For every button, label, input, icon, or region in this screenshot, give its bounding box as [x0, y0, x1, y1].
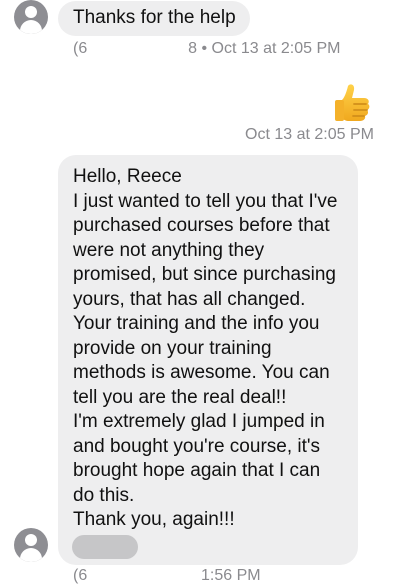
- sender-avatar-bottom[interactable]: [14, 528, 48, 562]
- message-text-lines: Hello, Reece I just wanted to tell you t…: [73, 165, 346, 533]
- person-head-icon: [25, 534, 37, 546]
- message-bubble-thanks[interactable]: Thanks for the help: [58, 1, 250, 36]
- phone-number-prefix-bottom: (6: [73, 567, 88, 584]
- sender-avatar[interactable]: [14, 0, 48, 34]
- message-line: yours, that has all changed.: [73, 288, 306, 310]
- message-line: Hello, Reece: [73, 166, 182, 187]
- message-timestamp: 8 • Oct 13 at 2:05 PM: [188, 40, 341, 57]
- message-line: provide on your training: [73, 337, 272, 359]
- reaction-time: Oct 13 at 2:05 PM: [245, 126, 374, 143]
- message-line: and bought you're course, it's: [73, 435, 321, 457]
- phone-number-prefix: (6: [73, 40, 88, 57]
- message-line: purchased courses before that: [73, 215, 330, 236]
- message-line: brought hope again that I can: [73, 460, 321, 481]
- redacted-attachment: [72, 535, 138, 559]
- message-line: I just wanted to tell you that I've: [73, 190, 338, 212]
- message-line: tell you are the real deal!!: [73, 386, 287, 408]
- message-line: Thank you, again!!!: [73, 509, 235, 530]
- message-line: were not anything they: [73, 239, 265, 261]
- message-meta-top: (6 8 • Oct 13 at 2:05 PM: [73, 40, 340, 58]
- message-bubble-main[interactable]: Hello, Reece I just wanted to tell you t…: [58, 155, 358, 565]
- masked-phone-number: [92, 43, 184, 55]
- message-time-bottom: 1:56 PM: [201, 567, 261, 584]
- thumbs-up-icon: [335, 84, 370, 121]
- message-line: methods is awesome. You can: [73, 362, 330, 383]
- message-line: Your training and the info you: [73, 313, 320, 334]
- person-head-icon: [25, 6, 37, 18]
- message-line: do this.: [73, 484, 135, 506]
- thumbs-up-reaction[interactable]: [330, 80, 374, 124]
- person-body-icon: [20, 20, 42, 34]
- message-line: promised, but since purchasing: [73, 264, 336, 285]
- message-text: Thanks for the help: [73, 7, 236, 29]
- message-line: I'm extremely glad I jumped in: [73, 411, 325, 432]
- person-body-icon: [20, 548, 42, 562]
